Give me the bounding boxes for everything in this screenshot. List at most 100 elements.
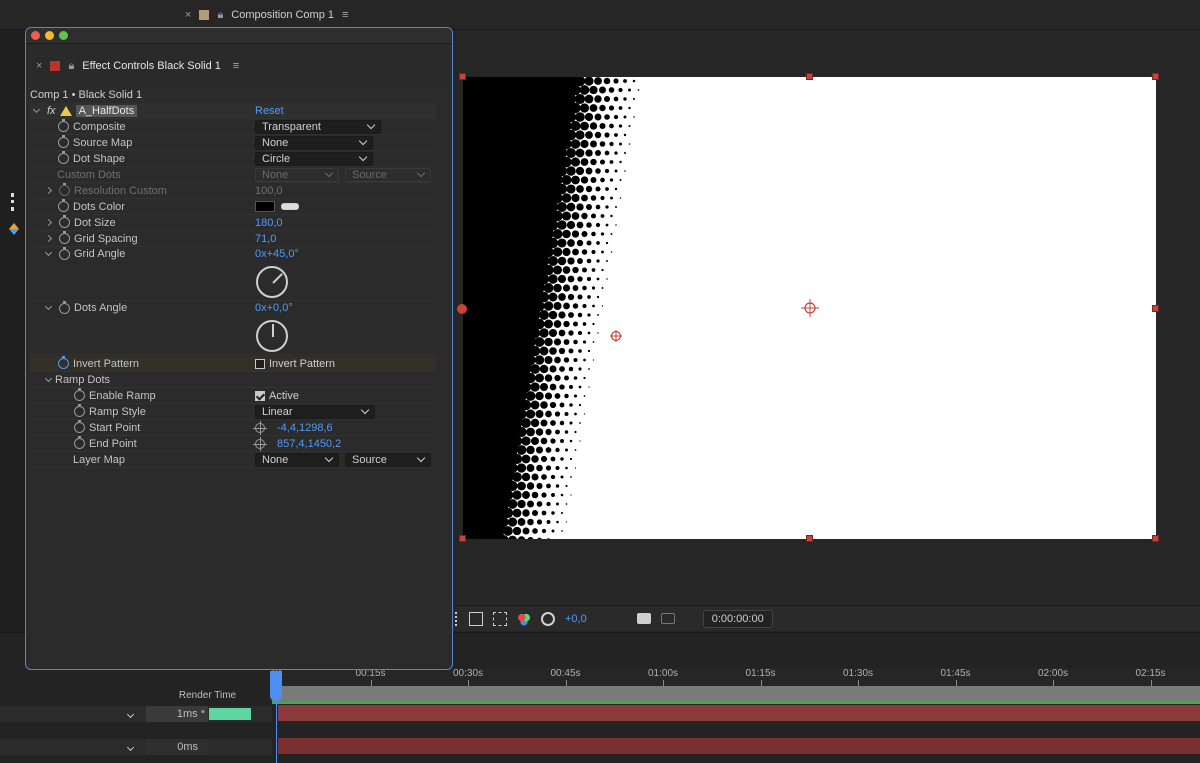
collapse-chevron-icon[interactable] [44,302,53,311]
collapse-chevron-icon[interactable] [32,105,41,113]
stopwatch-icon[interactable] [58,135,69,148]
channel-icon[interactable] [517,611,531,626]
layer-handle-tr[interactable] [1152,73,1159,80]
resolution-custom-value[interactable]: 100,0 [255,185,283,197]
grid-angle-dial[interactable] [256,266,288,298]
lock-icon[interactable]: 🔒︎ [68,60,74,73]
start-point-value[interactable]: -4,4,1298,6 [277,422,333,434]
ramp-dots-group-row[interactable]: Ramp Dots [30,372,436,388]
comp-color-swatch [199,10,210,20]
stopwatch-icon[interactable] [59,246,70,260]
invert-pattern-row: Invert Pattern Invert Pattern [30,356,436,372]
end-point-value[interactable]: 857,4,1450,2 [277,438,341,450]
time-tick-label: 02:00s [1038,668,1069,686]
layer-handle-ml[interactable] [457,304,467,314]
stopwatch-icon[interactable] [59,215,70,228]
stopwatch-icon[interactable] [59,300,70,314]
panel-titlebar[interactable] [26,28,452,44]
layer-bar-2[interactable] [278,738,1200,754]
dots-angle-dial[interactable] [256,320,288,352]
zoom-window-icon[interactable] [59,31,68,40]
group-label: Ramp Dots [55,373,111,386]
align-icon[interactable] [11,193,16,211]
layer-row-1[interactable]: 1ms * [0,706,272,722]
source-map-dropdown[interactable]: None [255,135,373,150]
point-target-icon[interactable] [253,436,267,451]
close-icon[interactable]: × [185,9,191,21]
invert-pattern-checkbox[interactable] [255,358,265,369]
expand-chevron-icon[interactable] [44,186,53,195]
expand-chevron-icon[interactable] [44,218,53,227]
dots-angle-row: Dots Angle 0x+0,0° [30,300,436,355]
layer-map-source-dropdown[interactable]: Source [345,452,431,467]
stopwatch-icon[interactable] [74,420,85,433]
layer-handle-tm[interactable] [806,73,813,80]
tab-effect-controls[interactable]: × 🔒︎ Effect Controls Black Solid 1 ≡ [26,44,452,88]
layer-handle-tl[interactable] [459,73,466,80]
collapse-chevron-icon[interactable] [44,248,53,257]
time-ruler[interactable]: 0s00:15s00:30s00:45s01:00s01:15s01:30s01… [272,668,1200,688]
layer-row-2[interactable]: 0ms [0,739,272,755]
chevron-down-icon [324,168,334,178]
stopwatch-icon[interactable] [58,151,69,164]
grid-angle-value[interactable]: 0x+45,0° [255,248,299,260]
custom-dots-dropdown[interactable]: None [255,167,339,182]
work-area-bar[interactable] [272,686,1200,702]
layer-handle-bl[interactable] [459,535,466,542]
layer-handle-mr[interactable] [1152,305,1159,312]
expand-chevron-icon[interactable] [44,234,53,243]
effect-header-row[interactable]: fx A_HalfDots Reset [30,103,436,119]
enable-ramp-checkbox[interactable] [255,390,265,401]
grid-spacing-value[interactable]: 71,0 [255,233,276,245]
layer-map-dropdown[interactable]: None [255,452,339,467]
current-time-indicator-head[interactable] [270,671,282,701]
stopwatch-icon[interactable] [59,231,70,244]
stopwatch-icon[interactable] [74,404,85,417]
stopwatch-icon[interactable] [59,183,70,196]
lock-icon[interactable]: 🔒︎ [217,9,223,22]
collapse-chevron-icon[interactable] [44,374,53,382]
show-snapshot-icon[interactable] [660,613,675,624]
stopwatch-icon[interactable] [58,199,69,212]
stopwatch-icon[interactable] [58,119,69,132]
stopwatch-icon[interactable] [58,356,69,369]
checkbox-label: Invert Pattern [269,357,336,370]
ramp-style-dropdown[interactable]: Linear [255,404,375,419]
close-window-icon[interactable] [31,31,40,40]
dropdown-value: Transparent [262,120,321,133]
keyframe-nav-icon[interactable] [9,223,19,235]
layer-handle-bm[interactable] [806,535,813,542]
safe-margins-icon[interactable] [469,611,483,626]
expand-chevron-icon[interactable] [126,741,135,753]
close-icon[interactable]: × [36,60,42,72]
fx-toggle-icon[interactable]: fx [47,105,56,117]
eyedropper-icon[interactable] [281,203,299,210]
end-point-row: End Point 857,4,1450,2 [30,436,436,452]
ramp-point-icon[interactable] [609,329,623,343]
layer-bar-1[interactable] [278,705,1200,721]
tab-composition[interactable]: × 🔒︎ Composition Comp 1 ≡ [185,0,348,30]
custom-dots-source-dropdown[interactable]: Source [345,167,431,182]
panel-menu-icon[interactable]: ≡ [233,60,239,72]
dots-angle-value[interactable]: 0x+0,0° [255,302,293,314]
stopwatch-icon[interactable] [74,436,85,449]
point-target-icon[interactable] [253,420,267,435]
panel-menu-icon[interactable]: ≡ [342,9,348,21]
minimize-window-icon[interactable] [45,31,54,40]
effect-name[interactable]: A_HalfDots [75,104,138,117]
stopwatch-icon[interactable] [74,388,85,401]
snapshot-camera-icon[interactable] [636,613,651,624]
reset-exposure-icon[interactable] [541,611,555,626]
composite-dropdown[interactable]: Transparent [255,119,381,134]
region-of-interest-icon[interactable] [493,611,507,626]
layer-handle-br[interactable] [1152,535,1159,542]
anchor-point-icon[interactable] [801,299,819,317]
color-swatch[interactable] [255,201,275,212]
dot-size-value[interactable]: 180,0 [255,217,283,229]
dot-shape-dropdown[interactable]: Circle [255,151,373,166]
exposure-value[interactable]: +0,0 [565,613,587,625]
expand-chevron-icon[interactable] [126,708,135,720]
grid-toggle-icon[interactable] [455,611,459,626]
current-time-display[interactable]: 0:00:00:00 [702,609,773,628]
reset-link[interactable]: Reset [255,105,284,117]
